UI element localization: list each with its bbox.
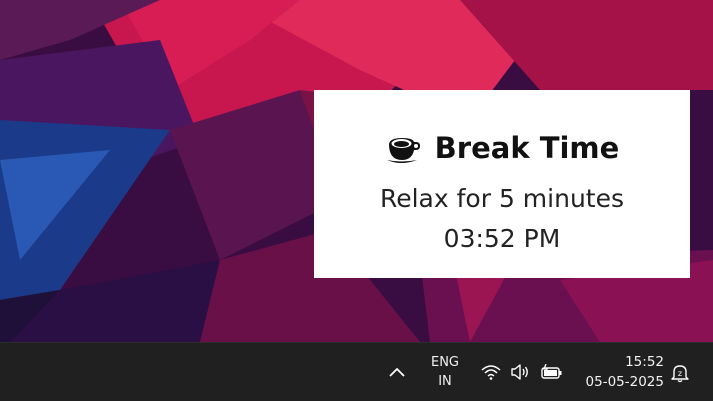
break-time-notification[interactable]: Break Time Relax for 5 minutes 03:52 PM [314,90,690,278]
language-indicator[interactable]: ENG IN [424,353,466,391]
notification-title: Break Time [434,131,620,165]
clock-date: 05-05-2025 [585,374,664,390]
battery-charging-icon [541,364,563,380]
clock-button[interactable]: 15:52 05-05-2025 [576,352,664,392]
language-region: IN [438,374,452,389]
language-code: ENG [430,355,459,370]
coffee-cup-icon [385,130,421,166]
notification-message: Relax for 5 minutes [379,184,624,213]
wifi-icon [481,364,501,380]
svg-text:z: z [678,369,682,378]
clock-time: 15:52 [625,354,664,370]
notification-time: 03:52 PM [443,224,561,253]
notification-center-button[interactable]: z [668,361,692,385]
volume-button[interactable] [509,361,531,383]
notification-header: Break Time [314,128,690,168]
chevron-up-icon [389,367,405,377]
notification-bell-icon: z [670,363,690,383]
network-button[interactable] [480,361,502,383]
speaker-icon [510,363,530,381]
show-hidden-icons-button[interactable] [384,359,410,385]
battery-button[interactable] [540,361,564,383]
taskbar: ENG IN 15:52 05-05-2025 z [0,342,713,401]
